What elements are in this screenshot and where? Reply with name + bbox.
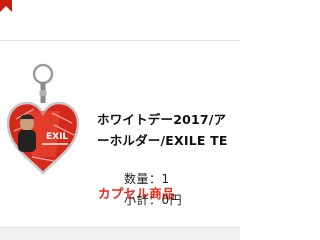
cart-item[interactable]: EXIL ホワイトデー2017/ア ーホルダー/EXILE TE カプセル商品	[0, 41, 240, 227]
keyring-icon	[32, 63, 54, 103]
item-title[interactable]: ホワイトデー2017/ア ーホルダー/EXILE TE	[97, 109, 240, 155]
subtotal-label: 小計：	[124, 193, 162, 207]
quantity-label: 数量：	[124, 172, 162, 186]
subtotal: 小計：0円	[124, 191, 182, 208]
subtotal-value: 0円	[161, 193, 183, 207]
item-title-line-1: ホワイトデー2017/ア	[97, 112, 227, 127]
heart-charm-icon: EXIL	[6, 101, 80, 175]
item-thumbnail[interactable]: EXIL	[2, 61, 84, 191]
previous-item-badge-icon	[0, 0, 12, 12]
quantity: 数量：1	[124, 170, 170, 187]
previous-item-strip	[0, 0, 240, 40]
svg-text:EXIL: EXIL	[46, 132, 68, 142]
item-title-line-2: ーホルダー/EXILE TE	[97, 133, 228, 148]
footer-strip	[0, 228, 240, 240]
quantity-value: 1	[161, 172, 170, 186]
